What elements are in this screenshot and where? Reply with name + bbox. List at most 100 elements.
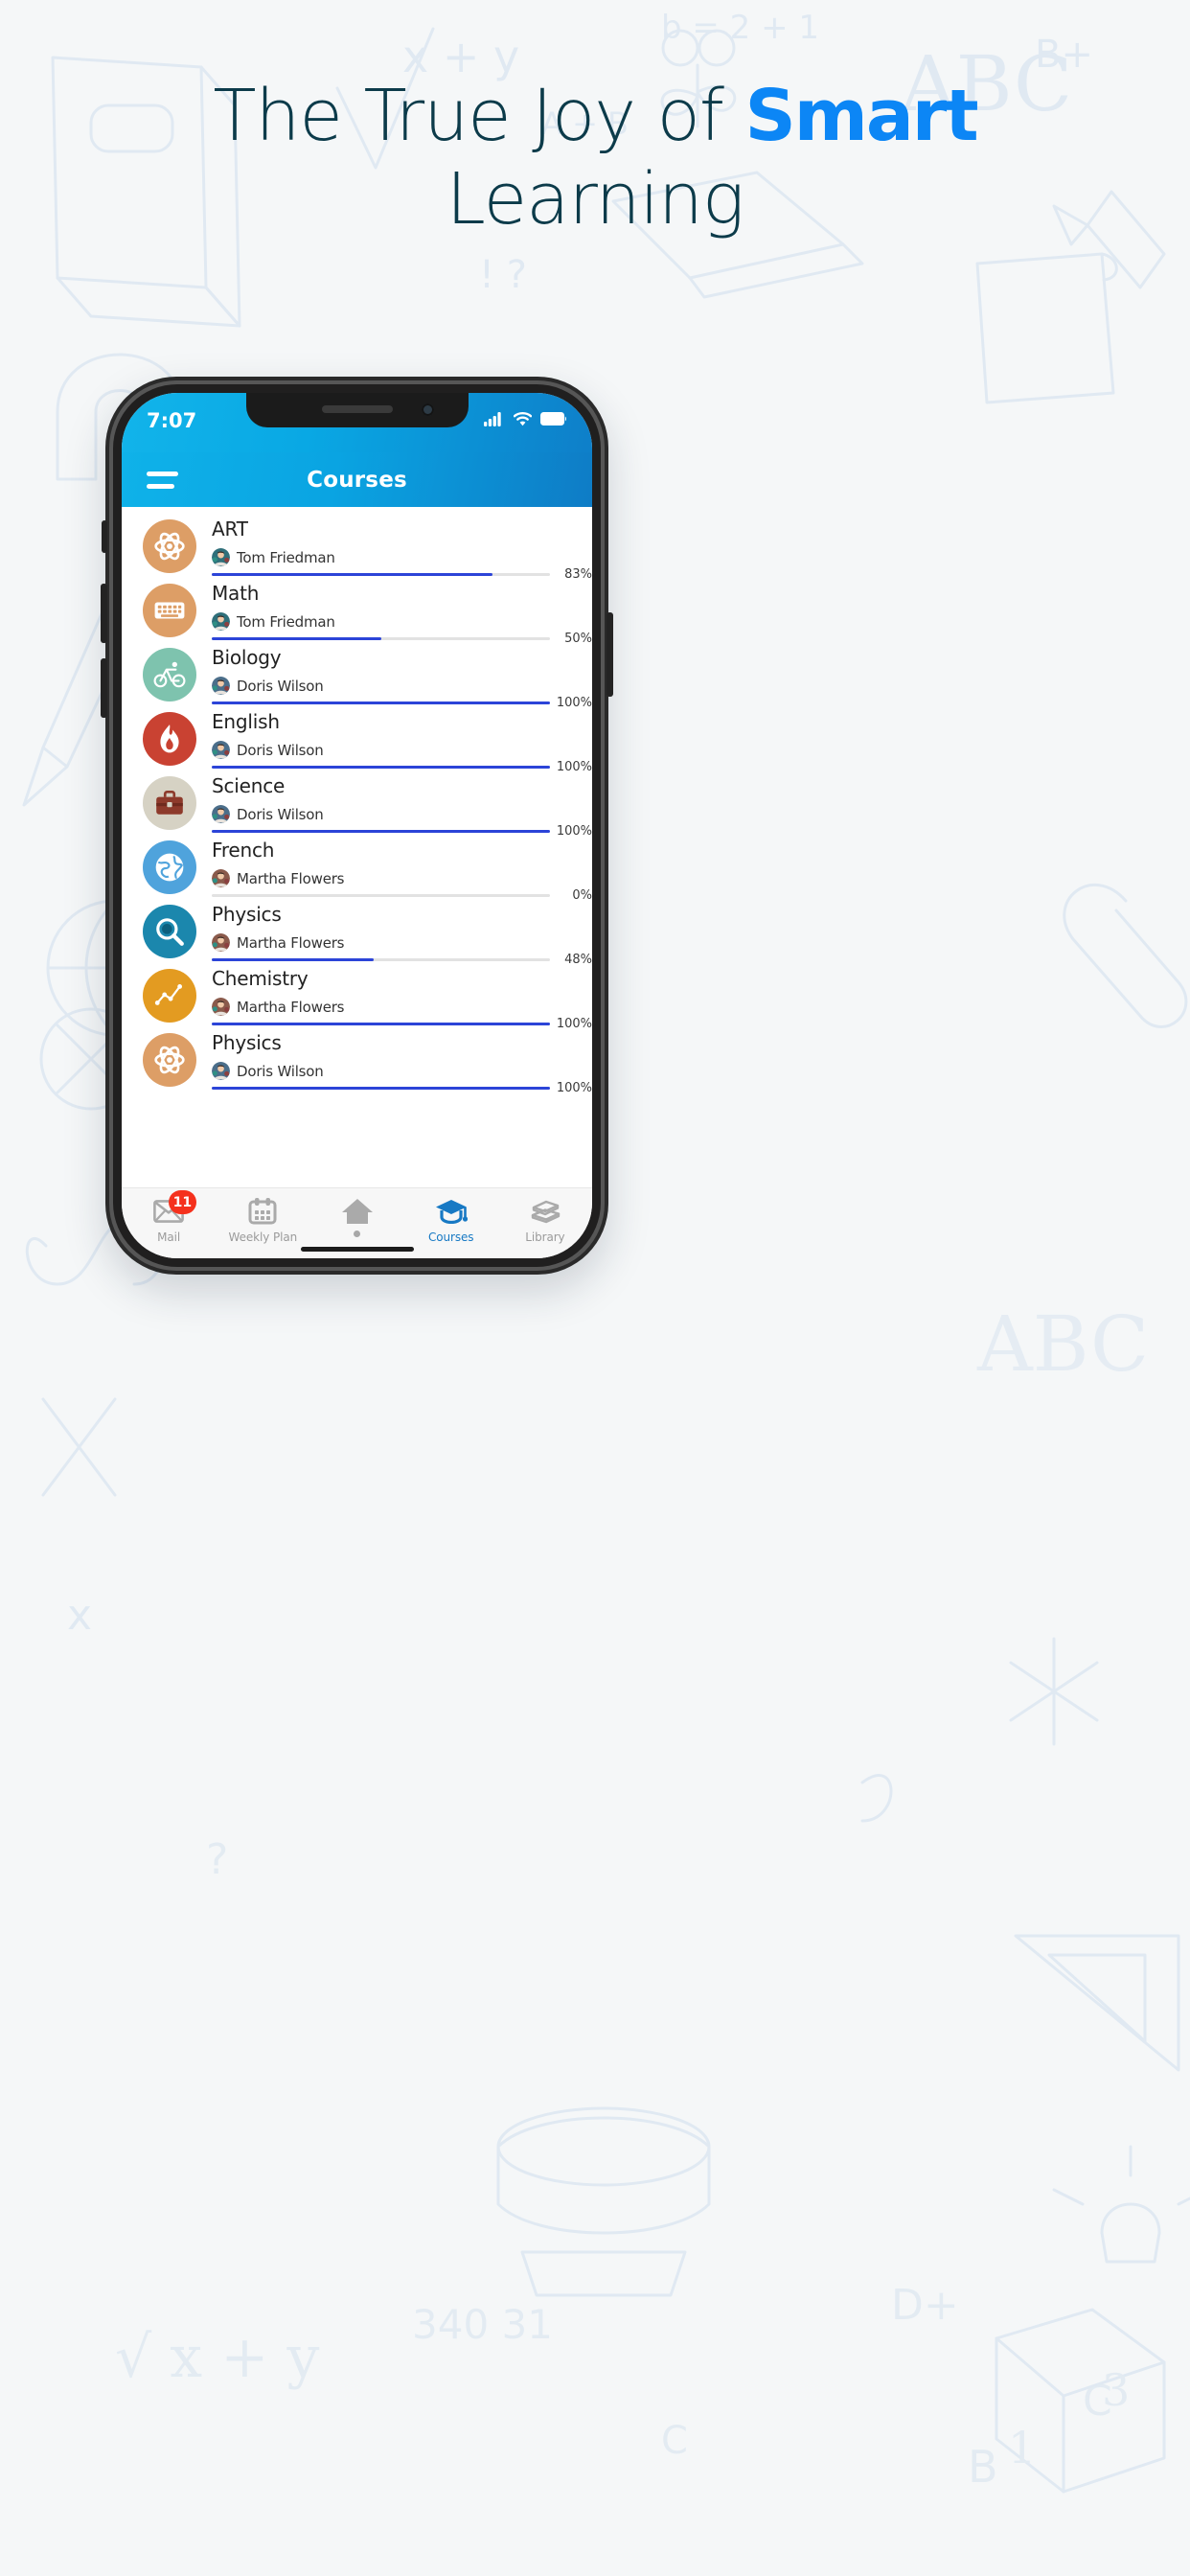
power-button[interactable] bbox=[606, 612, 613, 697]
page-title: Courses bbox=[307, 467, 407, 493]
nav-item-courses[interactable]: Courses bbox=[404, 1197, 498, 1244]
atom-icon bbox=[154, 1046, 185, 1074]
course-title: Physics bbox=[212, 1031, 282, 1054]
course-title: Math bbox=[212, 582, 260, 605]
calendar-icon bbox=[248, 1198, 277, 1225]
course-teacher: Martha Flowers bbox=[212, 933, 584, 952]
teacher-name: Doris Wilson bbox=[237, 741, 324, 759]
course-icon-badge bbox=[143, 648, 196, 702]
briefcase-icon bbox=[156, 790, 183, 815]
nav-icon-wrap bbox=[341, 1197, 374, 1226]
course-teacher: Doris Wilson bbox=[212, 741, 584, 759]
course-row[interactable]: Math Tom Friedman 50% bbox=[122, 571, 592, 646]
course-icon-badge bbox=[143, 1033, 196, 1087]
nav-item-home[interactable] bbox=[309, 1197, 403, 1237]
course-title: Science bbox=[212, 774, 286, 797]
svg-text:x: x bbox=[67, 1591, 92, 1640]
teacher-name: Doris Wilson bbox=[237, 677, 324, 695]
teacher-name: Martha Flowers bbox=[237, 933, 345, 952]
svg-text:b = 2 + 1: b = 2 + 1 bbox=[661, 9, 819, 47]
course-body: French Martha Flowers 0% bbox=[196, 838, 592, 903]
course-teacher: Tom Friedman bbox=[212, 548, 584, 566]
course-progress: 100% bbox=[212, 1081, 592, 1095]
mute-switch[interactable] bbox=[102, 520, 107, 553]
course-row[interactable]: Chemistry Martha Flowers 100% bbox=[122, 956, 592, 1031]
status-bar-indicators bbox=[484, 409, 567, 426]
course-icon-badge bbox=[143, 519, 196, 573]
course-body: Science Doris Wilson 100% bbox=[196, 773, 592, 839]
course-title: Chemistry bbox=[212, 967, 309, 990]
teacher-avatar-image bbox=[212, 612, 230, 631]
hero-headline-accent: Smart bbox=[744, 75, 978, 157]
nav-item-weekly-plan[interactable]: Weekly Plan bbox=[216, 1197, 309, 1244]
teacher-avatar bbox=[212, 1062, 230, 1080]
teacher-name: Tom Friedman bbox=[237, 548, 335, 566]
teacher-avatar bbox=[212, 998, 230, 1016]
hero-headline: The True Joy of Smart Learning bbox=[0, 75, 1190, 242]
svg-text:√ x + y: √ x + y bbox=[115, 2324, 320, 2391]
course-row[interactable]: French Martha Flowers 0% bbox=[122, 828, 592, 903]
nav-label: Weekly Plan bbox=[228, 1230, 298, 1244]
course-row[interactable]: Physics Martha Flowers 48% bbox=[122, 892, 592, 967]
course-teacher: Martha Flowers bbox=[212, 869, 584, 887]
hero-headline-line1: The True Joy of Smart bbox=[0, 75, 1190, 158]
course-title: ART bbox=[212, 518, 248, 540]
progress-track bbox=[212, 1087, 550, 1090]
nav-item-library[interactable]: Library bbox=[498, 1197, 592, 1244]
course-icon-badge bbox=[143, 905, 196, 958]
earpiece-speaker bbox=[321, 405, 393, 413]
course-icon-badge bbox=[143, 776, 196, 830]
phone-screen: 7:07 Courses ART Tom Friedman 83% Math T… bbox=[122, 393, 592, 1258]
nav-item-mail[interactable]: 11 Mail bbox=[122, 1190, 216, 1244]
nav-label: Library bbox=[525, 1230, 565, 1244]
nav-icon-wrap bbox=[435, 1197, 468, 1226]
teacher-avatar-image bbox=[212, 677, 230, 695]
course-list[interactable]: ART Tom Friedman 83% Math Tom Friedman 5… bbox=[122, 507, 592, 1130]
svg-text:3: 3 bbox=[1102, 2364, 1130, 2416]
course-row[interactable]: Physics Doris Wilson 100% bbox=[122, 1021, 592, 1095]
nav-label: Courses bbox=[427, 1230, 474, 1244]
wifi-icon bbox=[514, 411, 532, 426]
course-body: ART Tom Friedman 83% bbox=[196, 517, 592, 582]
course-row[interactable]: Biology Doris Wilson 100% bbox=[122, 635, 592, 710]
status-bar-time: 7:07 bbox=[147, 409, 197, 432]
course-row[interactable]: Science Doris Wilson 100% bbox=[122, 764, 592, 839]
course-row[interactable]: ART Tom Friedman 83% bbox=[122, 507, 592, 582]
teacher-avatar-image bbox=[212, 548, 230, 566]
signal-bars-icon bbox=[484, 412, 501, 426]
page-root: x + y A + B b = 2 + 1 B+ ABC ABC x √ x +… bbox=[0, 0, 1190, 2576]
teacher-name: Tom Friedman bbox=[237, 612, 335, 631]
teacher-avatar bbox=[212, 869, 230, 887]
teacher-avatar-image bbox=[212, 933, 230, 952]
phone-mockup: 7:07 Courses ART Tom Friedman 83% Math T… bbox=[101, 377, 613, 1275]
volume-down-button[interactable] bbox=[101, 658, 107, 718]
home-indicator[interactable] bbox=[300, 1247, 414, 1252]
course-teacher: Martha Flowers bbox=[212, 998, 584, 1016]
teacher-avatar bbox=[212, 933, 230, 952]
keyboard-icon bbox=[154, 602, 185, 619]
course-row[interactable]: English Doris Wilson 100% bbox=[122, 700, 592, 774]
battery-icon bbox=[540, 412, 566, 426]
course-body: Physics Doris Wilson 100% bbox=[196, 1030, 592, 1095]
course-title: English bbox=[212, 710, 280, 733]
course-teacher: Tom Friedman bbox=[212, 612, 584, 631]
books-icon bbox=[531, 1200, 561, 1224]
svg-text:B+: B+ bbox=[1035, 33, 1093, 77]
teacher-avatar bbox=[212, 741, 230, 759]
svg-text:C: C bbox=[1083, 2377, 1112, 2426]
hamburger-menu-icon[interactable] bbox=[147, 471, 178, 489]
notch bbox=[245, 393, 469, 427]
svg-text:1: 1 bbox=[1008, 2422, 1036, 2473]
course-icon-badge bbox=[143, 969, 196, 1023]
nav-badge: 11 bbox=[168, 1190, 197, 1214]
progress-fill bbox=[212, 1087, 550, 1090]
nav-label: Mail bbox=[157, 1230, 181, 1244]
teacher-avatar-image bbox=[212, 869, 230, 887]
nav-active-dot bbox=[354, 1230, 360, 1237]
globe-icon bbox=[155, 853, 184, 882]
progress-percent: 100% bbox=[556, 1081, 592, 1095]
linechart-icon bbox=[154, 984, 183, 1005]
teacher-name: Martha Flowers bbox=[237, 998, 345, 1016]
course-body: Chemistry Martha Flowers 100% bbox=[196, 966, 592, 1031]
volume-up-button[interactable] bbox=[101, 584, 107, 643]
